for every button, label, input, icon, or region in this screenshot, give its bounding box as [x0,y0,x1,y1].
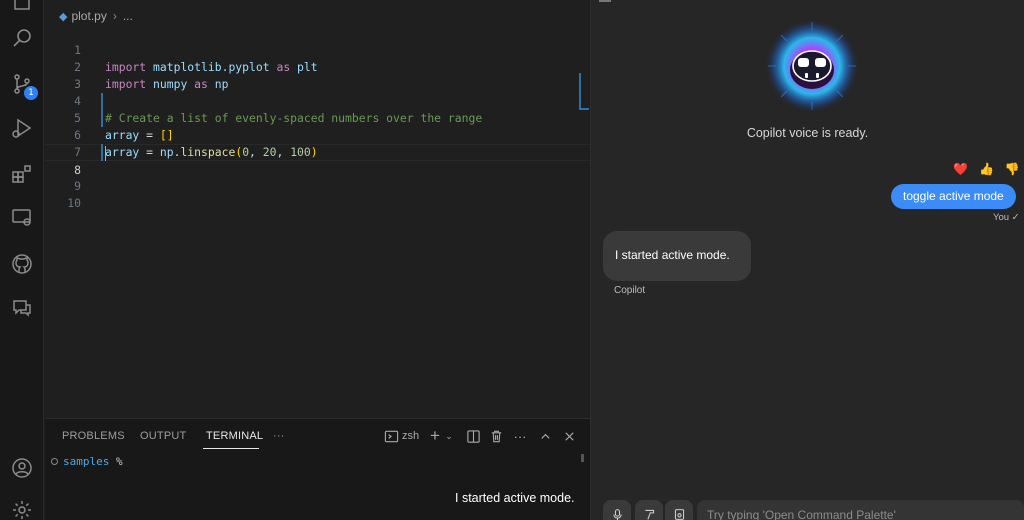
activity-bar: 1 [0,0,44,520]
gutter-change-indicator [101,144,103,161]
account-icon[interactable] [8,454,36,482]
code-line: 3 [45,59,590,91]
python-file-icon: ◆ [59,10,68,23]
settings-gear-icon[interactable] [8,496,36,520]
tab-problems[interactable]: PROBLEMS [62,430,125,442]
split-terminal-icon[interactable] [465,427,481,445]
text-cursor [105,146,106,161]
code-line: 7 [45,127,590,159]
user-sender-label: You ✓ [993,212,1020,223]
chat-input-bar: Try typing 'Open Command Palette' [599,500,1024,520]
chat-input-field[interactable]: Try typing 'Open Command Palette' [697,500,1024,520]
copilot-message-bubble: I started active mode. [603,231,751,281]
thumbs-up-icon[interactable]: 👍 [979,162,994,176]
tab-terminal[interactable]: TERMINAL [206,430,263,442]
window-control[interactable] [599,0,611,2]
voice-ready-status: Copilot voice is ready. [746,126,869,140]
run-debug-icon[interactable] [8,114,36,142]
code-area[interactable]: 1 import matplotlib.pyplot as plt 2 impo… [45,25,590,210]
new-terminal-icon[interactable]: + [428,426,442,445]
tab-output[interactable]: OUTPUT [140,430,186,442]
code-line: 4 # Create a list of evenly-spaced numbe… [45,76,590,125]
code-line: 10 [45,178,590,210]
breadcrumb-file[interactable]: plot.py [71,9,106,23]
thumbs-down-icon[interactable]: 👎 [1005,162,1020,176]
caption-subtitle: I started active mode. [455,491,575,505]
chevron-right-icon: › [112,9,117,23]
copilot-avatar-icon [764,18,860,114]
more-actions-icon[interactable]: ··· [512,427,528,445]
chat-icon[interactable] [8,294,36,322]
copilot-sender-label: Copilot [614,285,646,296]
code-line: 5 array = [] [45,93,590,142]
maximize-panel-icon[interactable] [537,427,553,445]
user-message-bubble: toggle active mode [891,184,1016,209]
code-line: 6 array = np.linspace(0, 20, 100) [45,110,590,159]
app-window: 1 ◆ plot.py › ... 1 import matplotlib.py… [0,0,1024,520]
code-line: 2 import numpy as np [45,42,590,91]
minimap-indicator [579,108,589,110]
terminal-shell-icon [383,427,399,445]
trash-icon[interactable] [488,427,504,445]
code-line: 1 import matplotlib.pyplot as plt [45,25,590,74]
panel-tabs: PROBLEMS OUTPUT TERMINAL ··· zsh + ⌄ ··· [45,419,590,453]
search-icon[interactable] [8,24,36,52]
chevron-down-icon[interactable]: ⌄ [444,427,454,445]
more-tabs-button[interactable]: ··· [273,430,285,442]
heart-reaction-icon[interactable]: ❤️ [953,162,968,176]
code-editor[interactable]: ◆ plot.py › ... 1 import matplotlib.pypl… [45,0,590,418]
files-icon[interactable] [8,0,36,14]
extensions-icon[interactable] [8,160,36,188]
shell-name[interactable]: zsh [402,427,419,445]
copilot-chat-pane: Copilot voice is ready. ❤️ 👍 👎 toggle ac… [591,0,1024,520]
minimap-indicator [579,73,581,109]
microphone-button[interactable] [603,500,631,520]
remote-explorer-icon[interactable] [8,204,36,232]
close-panel-icon[interactable] [561,427,577,445]
terminal-prompt: % [115,455,123,468]
source-control-badge: 1 [24,86,38,100]
gutter-change-indicator [101,93,103,127]
terminal-path: samples [63,455,110,468]
attach-file-button[interactable] [665,500,693,520]
github-icon[interactable] [8,250,36,278]
terminal-status-icon [51,458,58,465]
bottom-panel: PROBLEMS OUTPUT TERMINAL ··· zsh + ⌄ ··· [45,418,590,520]
terminal-output[interactable]: samples % [51,455,123,468]
current-line: 8 [45,144,590,177]
breadcrumb: ◆ plot.py › ... [59,8,133,24]
breadcrumb-rest[interactable]: ... [123,9,133,23]
active-tab-indicator [203,448,259,449]
line-number: 10 [67,196,81,210]
code-line: 9 [45,161,590,193]
source-control-icon[interactable]: 1 [8,70,38,100]
message-reactions: ❤️ 👍 👎 [953,162,1020,176]
tools-button[interactable] [635,500,663,520]
terminal-scrollbar[interactable] [581,454,584,462]
